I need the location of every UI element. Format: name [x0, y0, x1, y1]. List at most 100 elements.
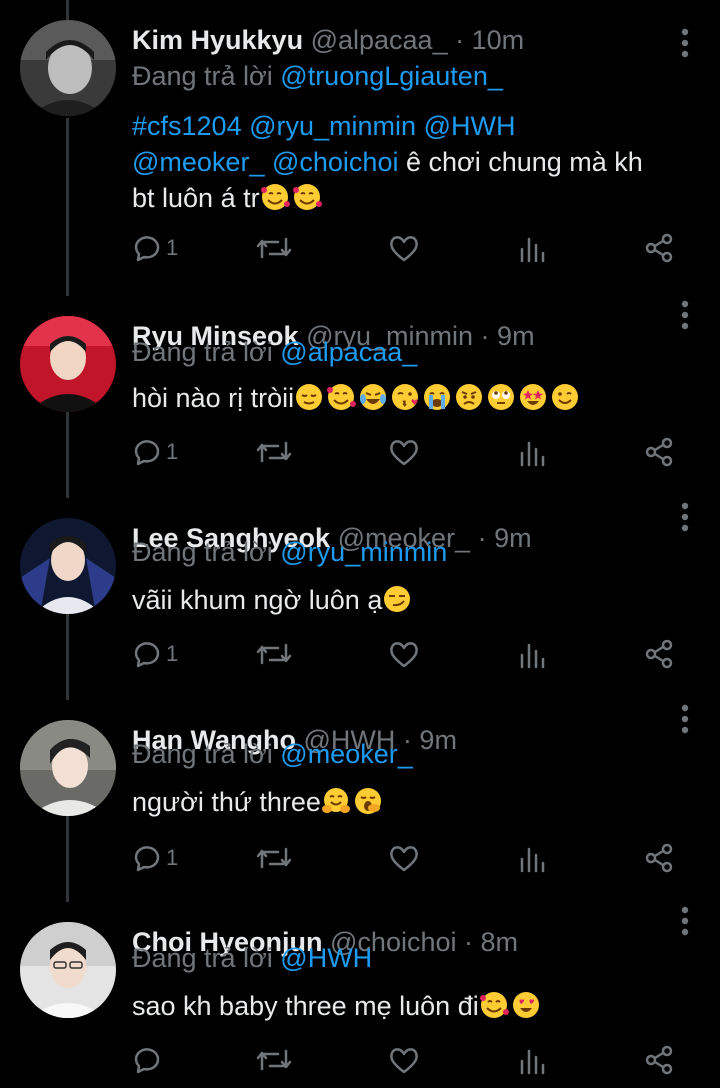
- like-button[interactable]: [388, 634, 420, 674]
- mention[interactable]: @choichoi: [272, 147, 398, 177]
- share-button[interactable]: [644, 838, 674, 878]
- reply-icon: [134, 1048, 160, 1074]
- reply-to-mention[interactable]: @meoker_: [280, 739, 412, 769]
- reply-button[interactable]: [132, 1040, 166, 1080]
- tweet-text: bt luôn á tr: [132, 183, 260, 213]
- smiling-face-with-hearts-icon: [479, 991, 511, 1021]
- tweet[interactable]: Han Wangho @HWH · 9m Đang trả lời @meoke…: [0, 700, 720, 902]
- heart-icon: [390, 642, 418, 668]
- tweet-body: sao kh baby three mẹ luôn đi: [132, 988, 696, 1024]
- replying-to-label: Đang trả lời: [132, 61, 273, 91]
- share-button[interactable]: [644, 1040, 674, 1080]
- share-icon: [645, 437, 673, 467]
- tweet-text: ê chơi chung mà kh: [405, 147, 643, 177]
- like-button[interactable]: [388, 228, 420, 268]
- stats-icon: [520, 1049, 545, 1075]
- tweet[interactable]: Choi Hyeonjun @choichoi · 8m Đang trả lờ…: [0, 902, 720, 1088]
- mention[interactable]: @meoker_: [132, 147, 264, 177]
- mention[interactable]: @HWH: [424, 111, 516, 141]
- retweet-icon: [256, 847, 292, 869]
- reply-button[interactable]: 1: [132, 838, 178, 878]
- tweet[interactable]: Kim Hyukkyu @alpacaa_ · 10m Đang trả lời…: [0, 0, 720, 296]
- reply-count: 1: [166, 845, 179, 870]
- share-button[interactable]: [644, 228, 674, 268]
- separator: ·: [455, 25, 465, 55]
- reply-button[interactable]: 1: [132, 228, 178, 268]
- reply-icon: [134, 642, 160, 668]
- angry-face-icon: [454, 383, 486, 413]
- like-button[interactable]: [388, 432, 420, 472]
- reply-to-mention[interactable]: @alpacaa_: [280, 337, 417, 367]
- replying-to-label: Đang trả lời: [132, 739, 273, 769]
- face-with-rolling-eyes-icon: [486, 383, 518, 413]
- replying-to: Đang trả lời @alpacaa_: [132, 334, 417, 370]
- more-options-icon[interactable]: [680, 300, 690, 330]
- replying-to-label: Đang trả lời: [132, 337, 273, 367]
- reply-icon: [134, 236, 160, 262]
- timestamp[interactable]: 9m: [497, 321, 535, 351]
- tweet[interactable]: Lee Sanghyeok @meoker_ · 9m Đang trả lời…: [0, 498, 720, 700]
- display-name[interactable]: Kim Hyukkyu: [132, 25, 303, 55]
- reply-button[interactable]: 1: [132, 634, 178, 674]
- like-button[interactable]: [388, 838, 420, 878]
- replying-to: Đang trả lời @truongLgiauten_: [132, 58, 503, 94]
- heart-icon: [390, 846, 418, 872]
- retweet-icon: [256, 237, 292, 259]
- retweet-button[interactable]: [256, 432, 292, 472]
- reply-icon: [134, 846, 160, 872]
- view-stats-button[interactable]: [518, 432, 546, 472]
- replying-to-label: Đang trả lời: [132, 943, 273, 973]
- reply-to-mention[interactable]: @truongLgiauten_: [280, 61, 503, 91]
- reply-count: 1: [166, 439, 179, 464]
- tweet-actions: [132, 1040, 692, 1080]
- replying-to: Đang trả lời @HWH: [132, 940, 372, 976]
- tweet-body: người thứ three: [132, 784, 696, 820]
- more-options-icon[interactable]: [680, 28, 690, 58]
- avatar[interactable]: [20, 316, 116, 412]
- separator: ·: [480, 321, 490, 351]
- winking-face-icon: [550, 383, 582, 413]
- like-button[interactable]: [388, 1040, 420, 1080]
- reply-button[interactable]: 1: [132, 432, 178, 472]
- user-handle[interactable]: @alpacaa_: [311, 25, 448, 55]
- share-icon: [645, 233, 673, 263]
- hashtag[interactable]: #cfs1204: [132, 111, 242, 141]
- timestamp[interactable]: 10m: [472, 25, 525, 55]
- avatar[interactable]: [20, 518, 116, 614]
- share-button[interactable]: [644, 634, 674, 674]
- avatar[interactable]: [20, 20, 116, 116]
- reply-to-mention[interactable]: @ryu_minmin: [280, 537, 447, 567]
- smiling-face-with-hearts-icon: [326, 383, 358, 413]
- timestamp[interactable]: 9m: [419, 725, 457, 755]
- reply-to-mention[interactable]: @HWH: [280, 943, 372, 973]
- timestamp[interactable]: 9m: [494, 523, 532, 553]
- more-options-icon[interactable]: [680, 704, 690, 734]
- view-stats-button[interactable]: [518, 838, 546, 878]
- retweet-button[interactable]: [256, 1040, 292, 1080]
- smiling-face-with-hearts-icon: [292, 183, 324, 213]
- reply-count: 1: [166, 235, 179, 260]
- timestamp[interactable]: 8m: [481, 927, 519, 957]
- retweet-button[interactable]: [256, 838, 292, 878]
- avatar[interactable]: [20, 922, 116, 1018]
- avatar[interactable]: [20, 720, 116, 816]
- view-stats-button[interactable]: [518, 228, 546, 268]
- stats-icon: [520, 847, 545, 873]
- tweet-text: người thứ three: [132, 787, 321, 817]
- more-options-icon[interactable]: [680, 906, 690, 936]
- smiling-face-with-hearts-icon: [260, 183, 292, 213]
- avatar-choi-hyeonjun-icon: [20, 922, 116, 1018]
- more-options-icon[interactable]: [680, 502, 690, 532]
- heart-icon: [390, 1048, 418, 1074]
- replying-to: Đang trả lời @ryu_minmin: [132, 534, 447, 570]
- view-stats-button[interactable]: [518, 634, 546, 674]
- share-button[interactable]: [644, 432, 674, 472]
- tweet[interactable]: Ryu Minseok @ryu_minmin · 9m Đang trả lờ…: [0, 296, 720, 498]
- reply-count: 1: [166, 641, 179, 666]
- retweet-icon: [256, 643, 292, 665]
- view-stats-button[interactable]: [518, 1040, 546, 1080]
- retweet-button[interactable]: [256, 228, 292, 268]
- mention[interactable]: @ryu_minmin: [249, 111, 416, 141]
- retweet-button[interactable]: [256, 634, 292, 674]
- smiling-face-with-heart-eyes-icon: [511, 991, 543, 1021]
